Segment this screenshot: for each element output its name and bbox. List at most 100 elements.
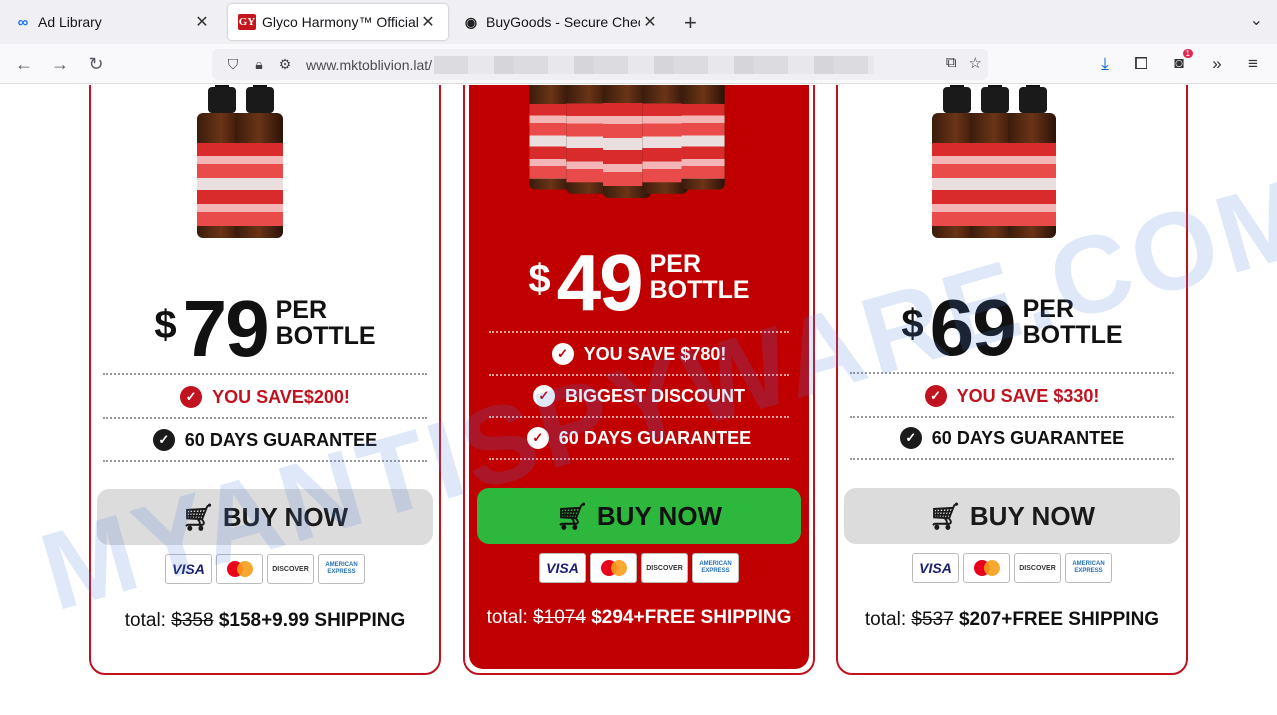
check-icon: ✓	[532, 385, 555, 407]
lock-icon[interactable]: 🔒︎	[248, 56, 270, 73]
price-value: 79	[182, 284, 270, 373]
check-icon: ✓	[180, 386, 203, 408]
buy-now-button[interactable]: 🛒︎ BUY NOW	[477, 488, 801, 544]
buy-now-button[interactable]: 🛒︎ BUY NOW	[97, 489, 433, 545]
new-total: $207+FREE SHIPPING	[958, 609, 1160, 630]
divider	[850, 372, 1174, 374]
discount-text: BIGGEST DISCOUNT	[564, 385, 745, 406]
cart-icon: 🛒︎	[181, 501, 215, 532]
total-label: total:	[864, 609, 907, 630]
new-tab-icon[interactable]: +	[684, 10, 697, 36]
more-tools-icon[interactable]: »	[1205, 52, 1229, 76]
savings-text: YOU SAVE $780!	[583, 343, 727, 364]
cart-icon: 🛒︎	[555, 500, 589, 531]
price: $ 79 PER BOTTLE	[91, 289, 439, 369]
close-icon[interactable]: ✕	[192, 12, 212, 32]
currency-symbol: $	[901, 302, 924, 346]
bookmark-star-icon[interactable]: ☆	[969, 54, 982, 72]
cart-icon: 🛒︎	[928, 500, 962, 531]
order-total: total: $358 $158+9.99 SHIPPING	[91, 610, 439, 632]
per-label: PER	[275, 296, 328, 324]
discount-feature: ✓ BIGGEST DISCOUNT	[469, 385, 809, 407]
visa-icon: VISA	[539, 553, 586, 583]
divider	[489, 374, 789, 376]
currency-symbol: $	[528, 257, 551, 301]
amex-icon: AMERICAN EXPRESS	[692, 553, 739, 583]
shield-icon[interactable]: ⛉	[222, 56, 244, 73]
old-total: $1074	[533, 607, 586, 628]
guarantee-text: 60 DAYS GUARANTEE	[931, 427, 1125, 448]
tab-ad-library[interactable]: ∞ Ad Library ✕	[4, 4, 222, 40]
visa-icon: VISA	[165, 554, 212, 584]
permissions-icon[interactable]: ⚙︎	[274, 56, 296, 73]
savings-feature: ✓ YOU SAVE$200!	[91, 386, 439, 408]
menu-icon[interactable]: ≡	[1241, 52, 1265, 76]
discover-icon: DISCOVER	[267, 554, 314, 584]
mastercard-icon	[963, 553, 1010, 583]
guarantee-feature: ✓ 60 DAYS GUARANTEE	[91, 429, 439, 451]
buygoods-icon: ◉	[464, 13, 478, 30]
price-value: 69	[929, 283, 1017, 372]
check-icon: ✓	[152, 429, 175, 451]
savings-feature: ✓ YOU SAVE $780!	[469, 343, 809, 365]
buy-now-button[interactable]: 🛒︎ BUY NOW	[844, 488, 1180, 544]
tab-title: BuyGoods - Secure Checko	[486, 14, 640, 30]
amex-icon: AMERICAN EXPRESS	[318, 554, 365, 584]
savings-text: YOU SAVE$200!	[212, 386, 350, 407]
per-label: PER	[649, 250, 702, 278]
tab-buygoods[interactable]: ◉ BuyGoods - Secure Checko ✕	[452, 4, 670, 40]
close-icon[interactable]: ✕	[640, 12, 660, 32]
extensions-icon[interactable]: ⧠	[1129, 52, 1153, 76]
check-icon: ✓	[899, 427, 922, 449]
picture-in-picture-icon[interactable]: ⧉	[946, 54, 957, 72]
savings-feature: ✓ YOU SAVE $330!	[838, 385, 1186, 407]
back-icon[interactable]: ←	[12, 52, 36, 76]
amex-icon: AMERICAN EXPRESS	[1065, 553, 1112, 583]
nav-bar: ← → ↻ ⛉ 🔒︎ ⚙︎ www.mktoblivion.lat/ ⧉ ☆ ⤓…	[0, 44, 1277, 84]
offer-card-3-bottles: $ 69 PER BOTTLE ✓ YOU SAVE $330! ✓ 60 DAY…	[836, 85, 1188, 675]
product-image	[197, 85, 283, 238]
buy-label: BUY NOW	[596, 500, 723, 531]
order-total: total: $1074 $294+FREE SHIPPING	[469, 607, 809, 629]
divider	[489, 416, 789, 418]
old-total: $358	[171, 610, 214, 631]
check-icon: ✓	[551, 343, 574, 365]
url-text[interactable]: www.mktoblivion.lat/	[306, 57, 432, 73]
order-total: total: $537 $207+FREE SHIPPING	[838, 609, 1186, 631]
gy-icon: GY	[238, 14, 256, 30]
price: $ 69 PER BOTTLE	[838, 288, 1186, 368]
bottle-label: BOTTLE	[1022, 321, 1123, 349]
payment-cards: VISA DISCOVER AMERICAN EXPRESS	[91, 554, 439, 584]
extension-badge: 1	[1182, 49, 1193, 58]
bottle-label: BOTTLE	[275, 322, 376, 350]
price-value: 49	[556, 238, 644, 327]
payment-cards: VISA DISCOVER AMERICAN EXPRESS	[469, 553, 809, 583]
offer-card-2-bottles: $ 79 PER BOTTLE ✓ YOU SAVE$200! ✓ 60 DAYS…	[89, 85, 441, 675]
tab-title: Glyco Harmony™ Official	[262, 14, 418, 30]
downloads-icon[interactable]: ⤓	[1093, 52, 1117, 76]
savings-text: YOU SAVE $330!	[956, 385, 1100, 406]
discover-icon: DISCOVER	[1014, 553, 1061, 583]
url-bar[interactable]: ⛉ 🔒︎ ⚙︎ www.mktoblivion.lat/ ⧉ ☆	[212, 49, 988, 80]
discover-icon: DISCOVER	[641, 553, 688, 583]
reload-icon[interactable]: ↻	[84, 52, 108, 76]
highlight-panel: $ 49 PER BOTTLE ✓ YOU SAVE $780! ✓ BIGGES…	[469, 85, 809, 669]
product-image	[529, 85, 725, 198]
close-icon[interactable]: ✕	[418, 12, 438, 32]
divider	[489, 458, 789, 460]
bottle-label: BOTTLE	[649, 276, 750, 304]
tab-title: Ad Library	[38, 14, 102, 30]
tab-glyco-harmony[interactable]: GY Glyco Harmony™ Official ✕	[228, 4, 448, 40]
check-icon: ✓	[526, 427, 549, 449]
price: $ 49 PER BOTTLE	[469, 243, 809, 323]
product-image	[932, 85, 1056, 238]
forward-icon[interactable]: →	[48, 52, 72, 76]
payment-cards: VISA DISCOVER AMERICAN EXPRESS	[838, 553, 1186, 583]
per-label: PER	[1022, 295, 1075, 323]
total-label: total:	[486, 607, 528, 628]
currency-symbol: $	[154, 303, 177, 347]
extension-icon[interactable]: ◙ 1	[1167, 49, 1193, 76]
mastercard-icon	[216, 554, 263, 584]
chevron-down-icon[interactable]: ⌄	[1250, 10, 1263, 30]
guarantee-feature: ✓ 60 DAYS GUARANTEE	[838, 427, 1186, 449]
